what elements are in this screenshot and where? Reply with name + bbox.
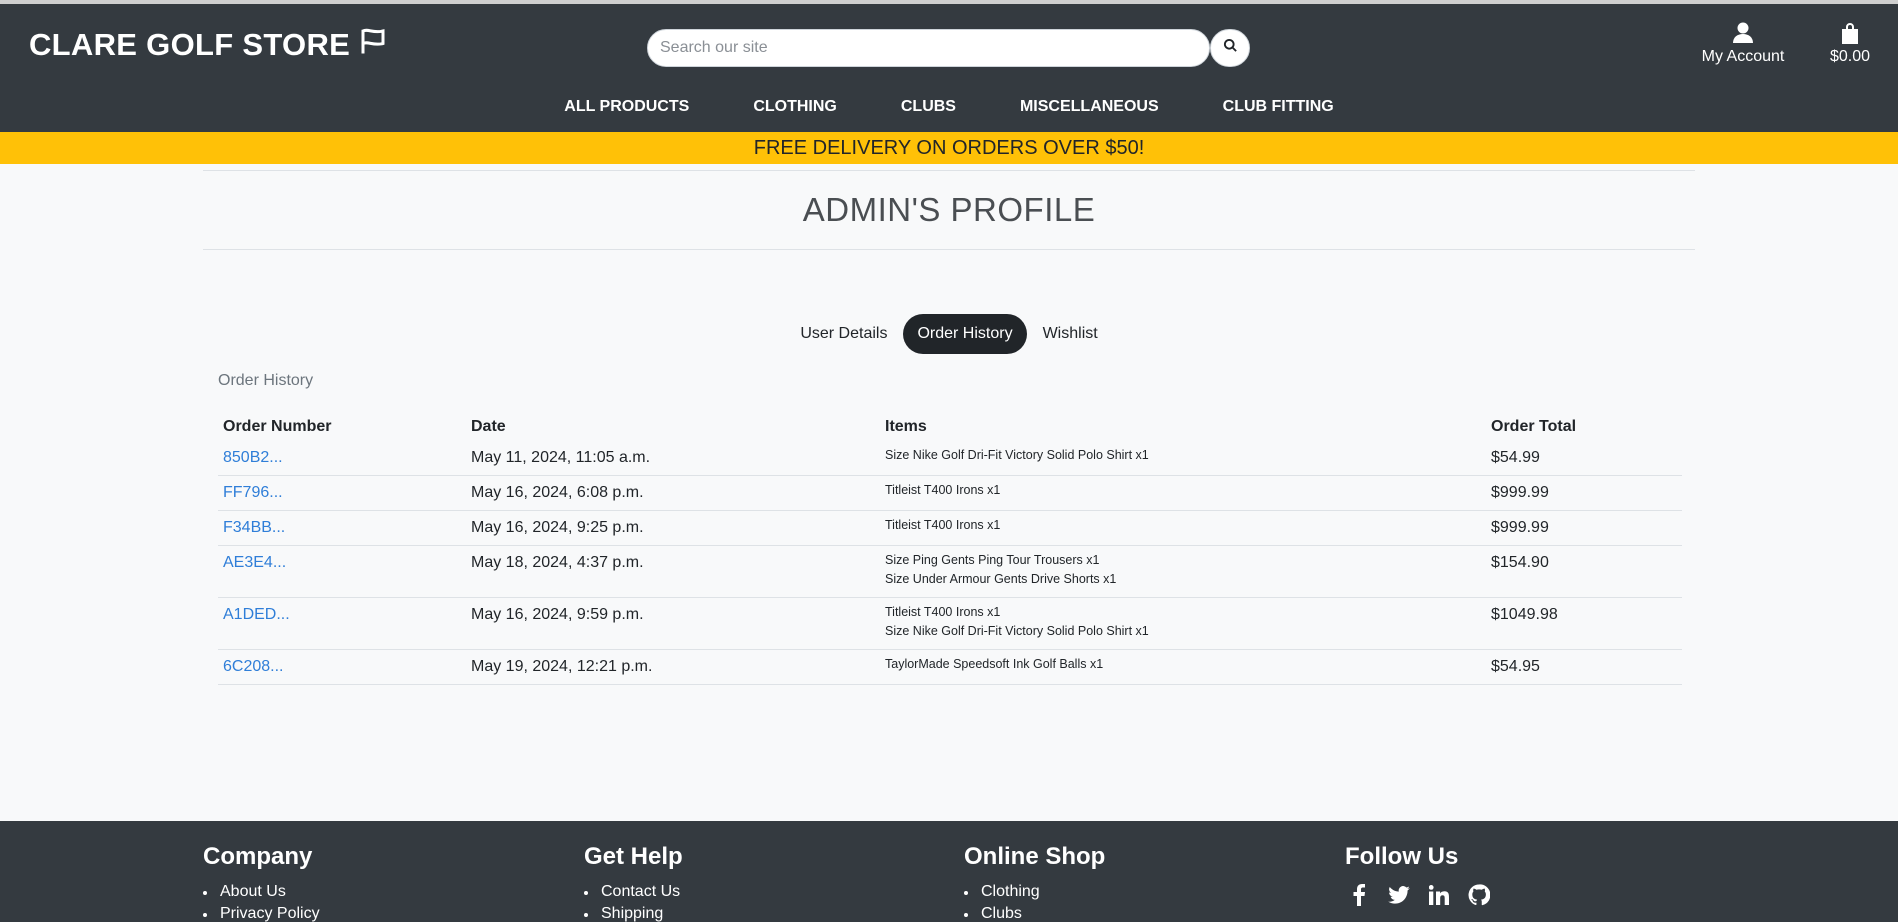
order-date: May 16, 2024, 9:25 p.m. [466, 510, 880, 546]
nav-clubs[interactable]: CLUBS [869, 96, 988, 118]
footer-company: Company About Us Privacy Policy [203, 843, 320, 922]
table-row: FF796... May 16, 2024, 6:08 p.m. Titleis… [218, 475, 1682, 511]
profile-tabs: User Details Order History Wishlist [0, 314, 1898, 354]
order-total: $1049.98 [1486, 597, 1682, 650]
order-number-link[interactable]: AE3E4... [223, 554, 286, 571]
order-item: Titleist T400 Irons x1 [885, 483, 1001, 497]
search-form [647, 29, 1250, 67]
order-items: Titleist T400 Irons x1 Size Nike Golf Dr… [880, 597, 1486, 650]
order-items: Titleist T400 Irons x1 [880, 475, 1486, 511]
footer-link-about-us[interactable]: About Us [203, 881, 320, 903]
my-account-link[interactable]: My Account [1698, 22, 1788, 66]
twitter-icon[interactable] [1385, 881, 1413, 909]
nav-clothing[interactable]: CLOTHING [721, 96, 869, 118]
order-number-link[interactable]: F34BB... [223, 519, 285, 536]
order-total: $999.99 [1486, 475, 1682, 511]
order-item: Size Under Armour Gents Drive Shorts x1 [885, 572, 1117, 586]
order-total: $54.99 [1486, 441, 1682, 476]
order-history-table: Order Number Date Items Order Total 850B… [218, 413, 1682, 685]
footer-online-shop: Online Shop Clothing Clubs [964, 843, 1105, 922]
table-row: 850B2... May 11, 2024, 11:05 a.m. Size N… [218, 441, 1682, 476]
footer-get-help: Get Help Contact Us Shipping [584, 843, 683, 922]
cart-total: $0.00 [1829, 48, 1871, 65]
my-account-label: My Account [1701, 48, 1785, 65]
order-items: Size Ping Gents Ping Tour Trousers x1 Si… [880, 545, 1486, 598]
social-links [1345, 881, 1493, 909]
order-items: Size Nike Golf Dri-Fit Victory Solid Pol… [880, 441, 1486, 476]
order-date: May 19, 2024, 12:21 p.m. [466, 649, 880, 685]
tab-user-details[interactable]: User Details [786, 314, 901, 354]
order-total: $999.99 [1486, 510, 1682, 546]
footer-link-privacy-policy[interactable]: Privacy Policy [203, 903, 320, 922]
order-item: TaylorMade Speedsoft Ink Golf Balls x1 [885, 657, 1104, 671]
footer-link-shipping[interactable]: Shipping [584, 903, 683, 922]
order-item: Size Ping Gents Ping Tour Trousers x1 [885, 553, 1100, 567]
main-nav: ALL PRODUCTS CLOTHING CLUBS MISCELLANEOU… [0, 96, 1898, 118]
site-logo[interactable]: CLARE GOLF STORE [29, 26, 388, 64]
order-items: TaylorMade Speedsoft Ink Golf Balls x1 [880, 649, 1486, 685]
shopping-bag-icon [1822, 22, 1878, 44]
order-item: Size Nike Golf Dri-Fit Victory Solid Pol… [885, 448, 1149, 462]
github-icon[interactable] [1465, 881, 1493, 909]
order-date: May 16, 2024, 6:08 p.m. [466, 475, 880, 511]
order-item: Size Nike Golf Dri-Fit Victory Solid Pol… [885, 624, 1149, 638]
section-label: Order History [218, 372, 314, 389]
header-date: Date [471, 418, 506, 435]
order-number-link[interactable]: 850B2... [223, 449, 283, 466]
order-items: Titleist T400 Irons x1 [880, 510, 1486, 546]
footer-heading: Get Help [584, 843, 683, 870]
footer-heading: Company [203, 843, 313, 870]
footer-heading: Follow Us [1345, 843, 1459, 870]
footer-heading: Online Shop [964, 843, 1106, 870]
order-item: Titleist T400 Irons x1 [885, 518, 1001, 532]
search-button[interactable] [1210, 29, 1250, 67]
header-items: Items [885, 418, 927, 435]
site-header: CLARE GOLF STORE My Account $0.00 ALL PR… [0, 4, 1898, 132]
site-footer: Company About Us Privacy Policy Get Help… [0, 821, 1898, 922]
order-number-link[interactable]: 6C208... [223, 658, 283, 675]
footer-link-clubs[interactable]: Clubs [964, 903, 1105, 922]
nav-all-products[interactable]: ALL PRODUCTS [532, 96, 721, 118]
footer-follow-us: Follow Us [1345, 843, 1493, 909]
tab-order-history[interactable]: Order History [903, 314, 1027, 354]
search-input[interactable] [647, 29, 1210, 67]
nav-club-fitting[interactable]: CLUB FITTING [1191, 96, 1366, 118]
order-item: Titleist T400 Irons x1 [885, 605, 1001, 619]
search-icon [1223, 38, 1238, 58]
footer-link-contact-us[interactable]: Contact Us [584, 881, 683, 903]
nav-miscellaneous[interactable]: MISCELLANEOUS [988, 96, 1191, 118]
order-number-link[interactable]: A1DED... [223, 606, 290, 623]
table-row: F34BB... May 16, 2024, 9:25 p.m. Titleis… [218, 510, 1682, 546]
header-order-number: Order Number [223, 418, 332, 435]
order-date: May 18, 2024, 4:37 p.m. [466, 545, 880, 598]
table-row: A1DED... May 16, 2024, 9:59 p.m. Titleis… [218, 597, 1682, 650]
order-date: May 16, 2024, 9:59 p.m. [466, 597, 880, 650]
footer-link-clothing[interactable]: Clothing [964, 881, 1105, 903]
table-row: AE3E4... May 18, 2024, 4:37 p.m. Size Pi… [218, 545, 1682, 598]
linkedin-icon[interactable] [1425, 881, 1453, 909]
header-order-total: Order Total [1491, 418, 1577, 435]
logo-text: CLARE GOLF STORE [29, 27, 351, 62]
profile-header: ADMIN'S PROFILE [203, 170, 1695, 250]
order-date: May 11, 2024, 11:05 a.m. [466, 441, 880, 476]
order-total: $154.90 [1486, 545, 1682, 598]
user-icon [1698, 22, 1788, 44]
tab-wishlist[interactable]: Wishlist [1029, 314, 1112, 354]
table-header-row: Order Number Date Items Order Total [218, 413, 1682, 441]
order-number-link[interactable]: FF796... [223, 484, 283, 501]
flag-icon [358, 26, 388, 64]
delivery-banner: FREE DELIVERY ON ORDERS OVER $50! [0, 132, 1898, 164]
facebook-icon[interactable] [1345, 881, 1373, 909]
page-title: ADMIN'S PROFILE [802, 191, 1096, 228]
table-row: 6C208... May 19, 2024, 12:21 p.m. Taylor… [218, 649, 1682, 685]
order-total: $54.95 [1486, 649, 1682, 685]
cart-link[interactable]: $0.00 [1822, 22, 1878, 66]
